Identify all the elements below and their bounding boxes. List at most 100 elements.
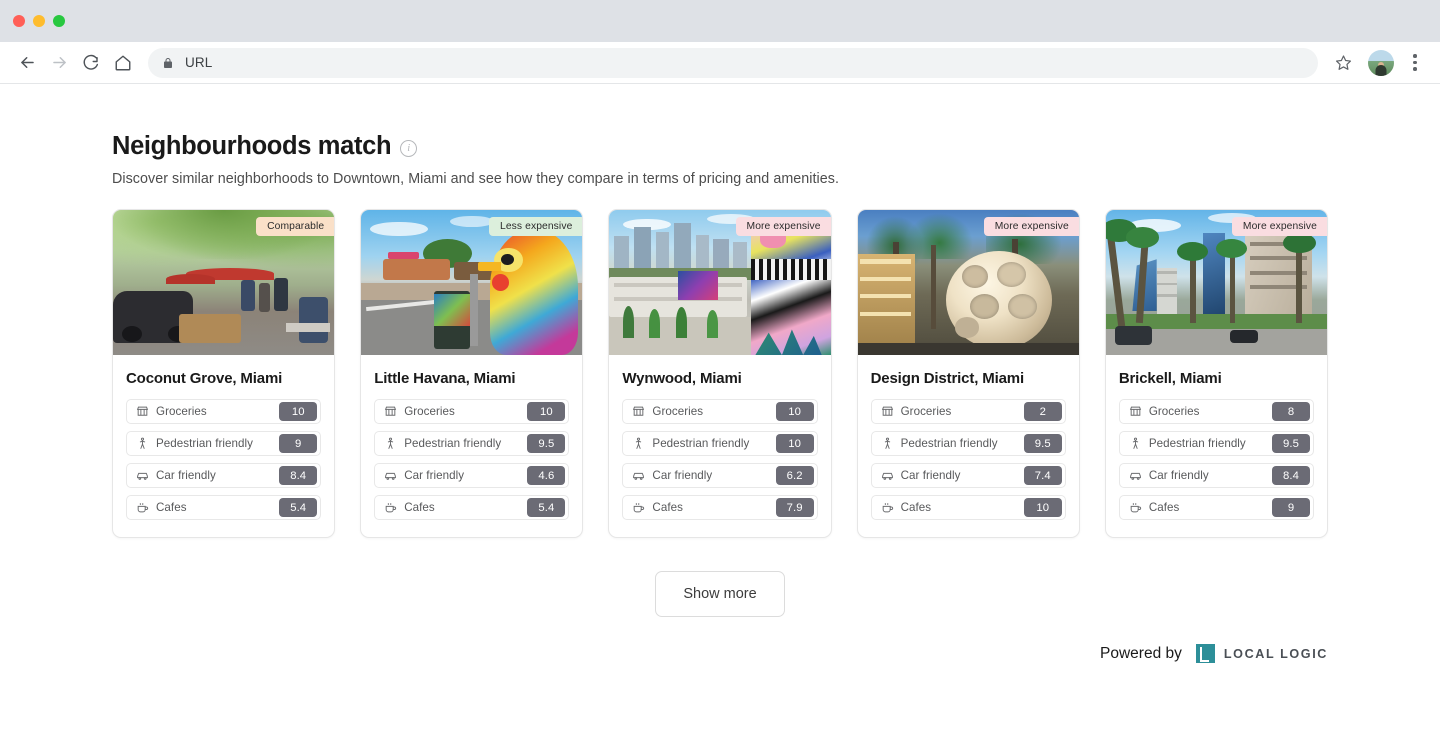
powered-by-label: Powered by — [1100, 644, 1182, 662]
card-title: Little Havana, Miami — [374, 370, 516, 387]
metric-row-pedestrian: Pedestrian friendly 10 — [622, 431, 818, 456]
metric-label: Groceries — [404, 405, 455, 418]
groceries-storefront-icon — [136, 406, 149, 416]
groceries-storefront-icon — [633, 406, 645, 416]
home-icon[interactable] — [108, 48, 138, 78]
powered-by-footer: Powered by LOCAL LOGIC — [0, 644, 1440, 663]
bookmark-star-icon[interactable] — [1328, 48, 1358, 78]
metric-label: Car friendly — [900, 469, 961, 482]
metric-score: 9.5 — [527, 434, 566, 453]
metric-label: Groceries — [652, 405, 704, 418]
metric-score: 10 — [1023, 498, 1062, 517]
card-title: Brickell, Miami — [1118, 370, 1222, 387]
metric-score: 9 — [279, 434, 318, 453]
metric-score: 9.5 — [1023, 434, 1062, 453]
page-content: Neighbourhoods match i Discover similar … — [0, 84, 1440, 663]
metric-score: 5.4 — [279, 498, 318, 517]
back-arrow-icon[interactable] — [12, 48, 42, 78]
card-title: Design District, Miami — [870, 370, 1025, 387]
metric-score: 7.4 — [1023, 466, 1062, 485]
metric-label: Cafes — [652, 501, 683, 514]
card-body: Wynwood, Miami Groceries 10 Pedestrian f… — [609, 355, 830, 537]
show-more-button[interactable]: Show more — [655, 571, 785, 617]
neighbourhood-card[interactable]: More expensive Brickell, Miami Groceries… — [1104, 209, 1329, 538]
neighbourhood-card[interactable]: More expensive Wynwood, Miami Groceries … — [608, 209, 832, 538]
neighbourhood-card[interactable]: Less expensive Little Havana, Miami Groc… — [360, 209, 584, 538]
metric-label: Car friendly — [404, 469, 465, 482]
metric-label: Pedestrian friendly — [900, 437, 998, 450]
metric-row-pedestrian: Pedestrian friendly 9.5 — [374, 431, 570, 456]
window-close-button[interactable] — [13, 15, 25, 27]
groceries-storefront-icon — [1129, 406, 1141, 416]
metric-score: 10 — [279, 402, 318, 421]
metric-label: Cafes — [1148, 501, 1180, 514]
metric-row-car: Car friendly 8.4 — [1118, 463, 1315, 488]
metric-label: Car friendly — [1148, 469, 1209, 482]
metric-row-car: Car friendly 8.4 — [126, 463, 322, 488]
metric-row-cafes: Cafes 5.4 — [374, 495, 570, 520]
pedestrian-icon — [139, 437, 146, 449]
window-maximize-button[interactable] — [53, 15, 65, 27]
browser-toolbar: URL — [0, 42, 1440, 84]
cafe-cup-icon — [882, 503, 893, 513]
cafe-cup-icon — [385, 503, 397, 513]
cafe-cup-icon — [634, 503, 645, 513]
profile-avatar[interactable] — [1368, 49, 1394, 76]
pedestrian-icon — [1132, 437, 1138, 449]
car-icon — [385, 472, 397, 480]
price-badge: More expensive — [1231, 217, 1328, 236]
metric-label: Cafes — [404, 501, 435, 514]
window-minimize-button[interactable] — [33, 15, 45, 27]
local-logic-logo-icon: LOCAL LOGIC — [1195, 644, 1328, 663]
metric-label: Groceries — [1148, 405, 1200, 418]
local-logic-mark — [1195, 644, 1215, 663]
local-logic-wordmark: LOCAL LOGIC — [1223, 646, 1328, 661]
neighbourhood-card[interactable]: Comparable Coconut Grove, Miami Grocerie… — [112, 209, 336, 538]
metric-label: Pedestrian friendly — [404, 437, 502, 450]
metric-row-groceries: Groceries 2 — [870, 399, 1066, 424]
price-badge: More expensive — [735, 217, 831, 236]
metric-label: Groceries — [900, 405, 952, 418]
lock-icon — [164, 57, 172, 68]
metric-row-cafes: Cafes 5.4 — [126, 495, 322, 520]
info-icon[interactable]: i — [400, 139, 418, 157]
card-body: Coconut Grove, Miami Groceries 10 Pedest… — [113, 355, 334, 537]
metric-score: 2 — [1023, 402, 1062, 421]
metric-label: Cafes — [900, 501, 932, 514]
metric-score: 7.9 — [775, 498, 814, 517]
metric-row-cafes: Cafes 9 — [1118, 495, 1315, 520]
reload-icon[interactable] — [76, 48, 106, 78]
metric-row-cafes: Cafes 10 — [870, 495, 1066, 520]
metric-score: 9.5 — [1272, 434, 1311, 453]
price-badge: More expensive — [983, 217, 1079, 236]
window-titlebar — [0, 0, 1440, 42]
metric-score: 8.4 — [1272, 466, 1311, 485]
car-icon — [633, 472, 645, 480]
neighbourhood-card[interactable]: More expensive Design District, Miami Gr… — [856, 209, 1080, 538]
groceries-storefront-icon — [881, 406, 893, 416]
card-body: Little Havana, Miami Groceries 10 Pedest… — [361, 355, 582, 537]
metric-row-groceries: Groceries 10 — [622, 399, 818, 424]
pedestrian-icon — [884, 437, 890, 449]
metric-row-car: Car friendly 7.4 — [870, 463, 1066, 488]
metric-row-pedestrian: Pedestrian friendly 9.5 — [1118, 431, 1315, 456]
metric-label: Pedestrian friendly — [652, 437, 750, 450]
leafy-street-cafe-photo: Comparable — [113, 210, 335, 355]
three-dot-menu-icon[interactable] — [1402, 48, 1428, 78]
metric-label: Pedestrian friendly — [1148, 437, 1246, 450]
metric-score: 6.2 — [775, 466, 814, 485]
colorful-rooster-sculpture-photo: Less expensive — [361, 210, 583, 355]
neighbourhood-card-list: Comparable Coconut Grove, Miami Grocerie… — [112, 209, 1329, 538]
pedestrian-icon — [388, 437, 394, 449]
cafe-cup-icon — [1130, 503, 1141, 513]
card-body: Design District, Miami Groceries 2 Pedes… — [858, 355, 1079, 537]
groceries-storefront-icon — [385, 406, 397, 416]
cafe-cup-icon — [137, 503, 149, 513]
wynwood-murals-skyline-photo: More expensive — [609, 210, 831, 355]
car-icon — [137, 472, 148, 480]
card-title: Coconut Grove, Miami — [126, 370, 283, 387]
metric-row-pedestrian: Pedestrian friendly 9 — [126, 431, 322, 456]
metric-score: 10 — [527, 402, 566, 421]
card-body: Brickell, Miami Groceries 8 Pedestrian f… — [1106, 355, 1327, 537]
address-bar[interactable]: URL — [148, 47, 1318, 78]
